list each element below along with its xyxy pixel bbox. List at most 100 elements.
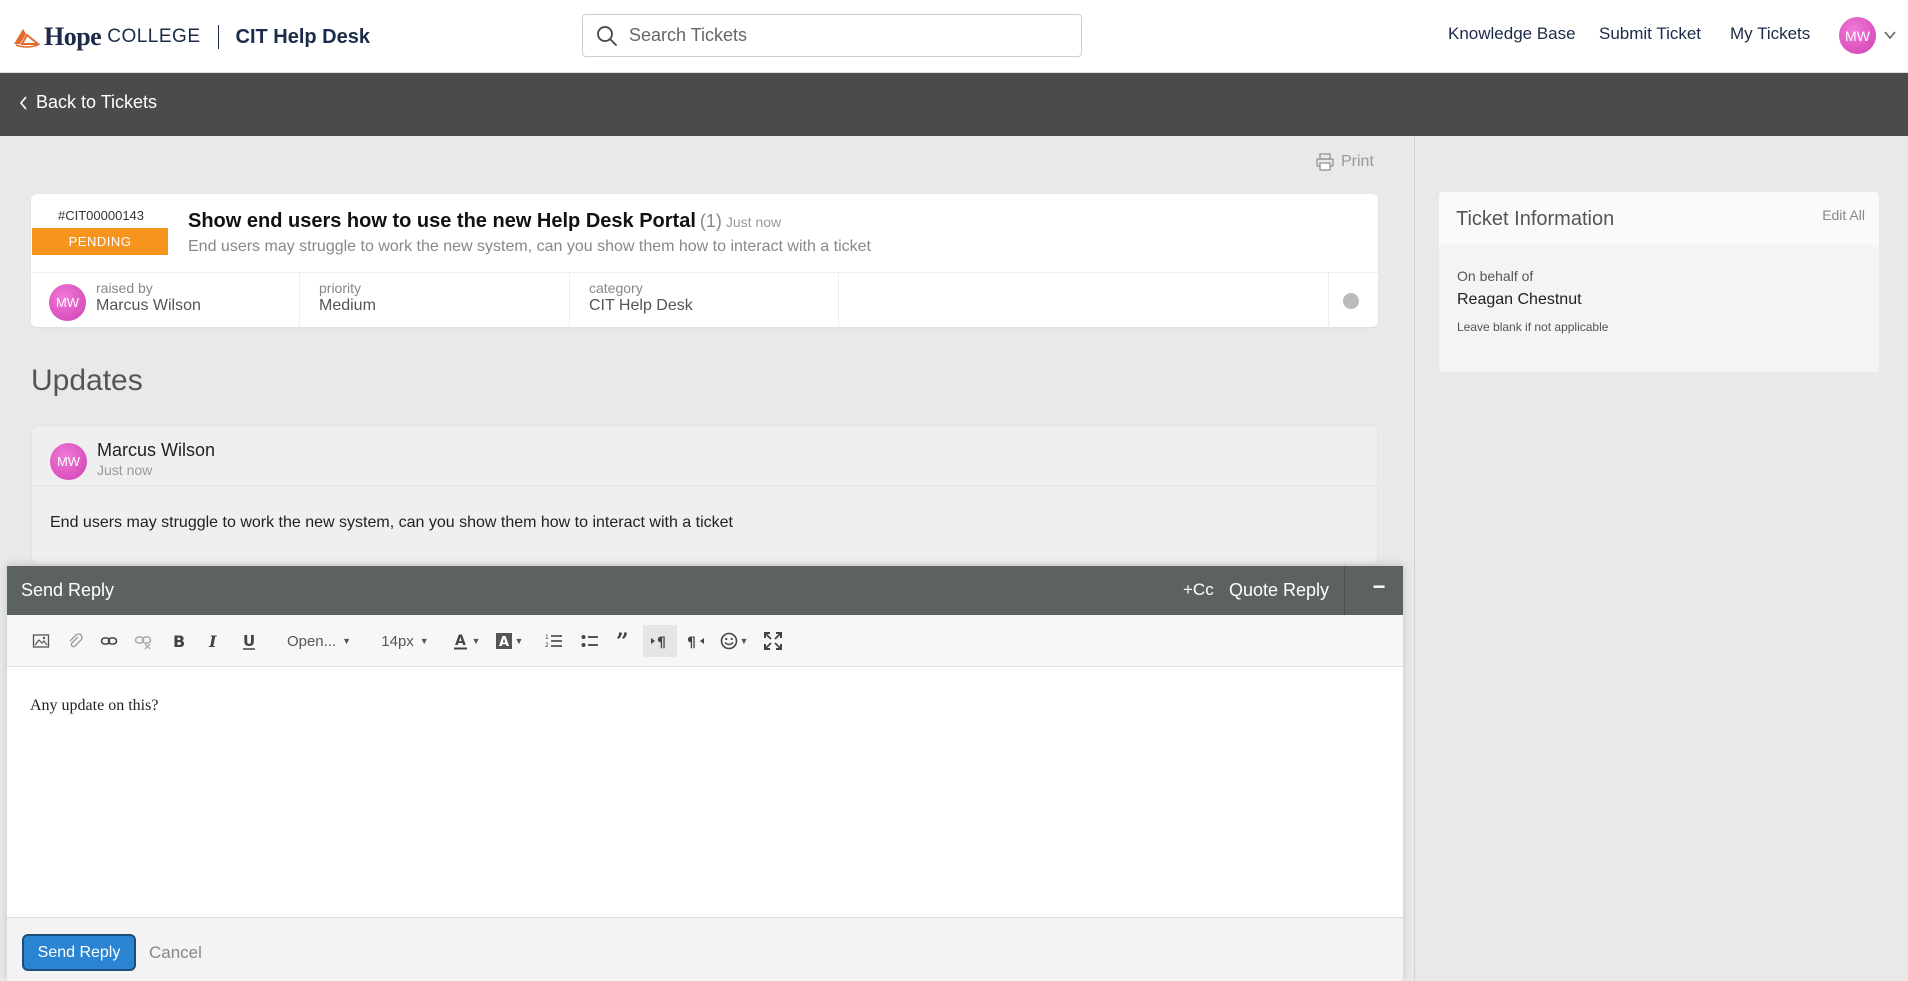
- svg-text:A: A: [455, 633, 466, 649]
- reply-editor-content[interactable]: Any update on this?: [30, 697, 158, 715]
- ticket-info-panel: Ticket Information Edit All On behalf of…: [1439, 192, 1879, 372]
- status-dot: [1343, 293, 1359, 309]
- nav-submit-ticket[interactable]: Submit Ticket: [1599, 24, 1701, 44]
- svg-text:1: 1: [545, 634, 549, 641]
- svg-text:”: ”: [616, 632, 629, 650]
- ordered-list-button[interactable]: 12: [543, 630, 565, 652]
- fullscreen-button[interactable]: [762, 630, 784, 652]
- font-size-value: 14px: [381, 632, 414, 650]
- caret-down-icon: ▼: [514, 636, 524, 646]
- image-icon: [32, 634, 50, 648]
- search-box[interactable]: [582, 14, 1082, 57]
- paperclip-icon: [69, 633, 83, 648]
- text-color-icon: A: [453, 633, 467, 650]
- update-header: MW Marcus Wilson Just now: [32, 426, 1377, 486]
- meta-raised-by: MW raised by Marcus Wilson: [31, 273, 300, 328]
- status-badge: PENDING: [32, 228, 168, 255]
- send-reply-button[interactable]: Send Reply: [22, 934, 136, 971]
- text-color-button[interactable]: A ▼: [450, 630, 482, 652]
- fullscreen-icon: [764, 632, 782, 650]
- caret-down-icon: ▼: [419, 636, 429, 646]
- ticket-description: End users may struggle to work the new s…: [188, 238, 871, 255]
- unlink-button[interactable]: [131, 630, 155, 652]
- brand-subname: COLLEGE: [107, 26, 201, 47]
- chevron-down-icon[interactable]: [1883, 28, 1897, 42]
- font-family-select[interactable]: Open... ▼: [277, 630, 361, 652]
- svg-text:2: 2: [545, 642, 549, 649]
- add-cc-button[interactable]: +Cc: [1183, 580, 1214, 600]
- hope-anchor-icon: [14, 29, 40, 48]
- reply-footer: Send Reply Cancel: [7, 917, 1403, 981]
- cancel-button[interactable]: Cancel: [149, 943, 202, 963]
- chevron-left-icon: [19, 95, 27, 110]
- underline-button[interactable]: U: [239, 630, 259, 652]
- caret-down-icon: ▼: [342, 636, 352, 646]
- update-body: End users may struggle to work the new s…: [50, 514, 733, 531]
- reply-header: Send Reply +Cc Quote Reply −: [7, 566, 1403, 615]
- raised-by-label: raised by: [96, 280, 153, 296]
- bold-button[interactable]: B: [168, 630, 188, 652]
- update-time: Just now: [97, 462, 153, 478]
- highlight-color-button[interactable]: A ▼: [493, 630, 525, 652]
- ltr-paragraph-icon: ¶: [651, 635, 666, 650]
- ticket-update-count: (1): [699, 211, 722, 231]
- ticket-title-text: Show end users how to use the new Help D…: [188, 210, 696, 232]
- nav-my-tickets[interactable]: My Tickets: [1730, 24, 1810, 44]
- svg-text:¶: ¶: [657, 635, 666, 650]
- avatar: MW: [49, 284, 86, 321]
- bullet-list-button[interactable]: [579, 630, 601, 652]
- insert-image-button[interactable]: [29, 630, 53, 652]
- blockquote-button[interactable]: ”: [614, 630, 636, 652]
- edit-all-link[interactable]: Edit All: [1822, 207, 1865, 223]
- ticket-meta: MW raised by Marcus Wilson priority Medi…: [31, 272, 1378, 328]
- back-to-tickets-link[interactable]: Back to Tickets: [18, 92, 157, 113]
- link-icon: [100, 637, 118, 645]
- italic-icon: I: [208, 632, 217, 650]
- on-behalf-label: On behalf of: [1457, 268, 1534, 284]
- quote-reply-button[interactable]: Quote Reply: [1229, 580, 1329, 601]
- unlink-icon: [134, 636, 152, 650]
- ordered-list-icon: 12: [545, 634, 562, 649]
- search-input[interactable]: [629, 25, 1049, 46]
- printer-icon: [1316, 153, 1334, 171]
- raised-by-value: Marcus Wilson: [96, 297, 201, 314]
- update-author: Marcus Wilson: [97, 440, 216, 460]
- minimize-button[interactable]: −: [1364, 572, 1394, 602]
- update-item: MW Marcus Wilson Just now End users may …: [31, 425, 1378, 565]
- insert-link-button[interactable]: [97, 630, 121, 652]
- svg-text:B: B: [173, 632, 185, 650]
- ticket-card: #CIT00000143 PENDING Show end users how …: [31, 194, 1378, 328]
- meta-category[interactable]: category CIT Help Desk: [570, 273, 839, 328]
- rtl-paragraph-icon: ¶: [687, 635, 704, 650]
- ltr-direction-button[interactable]: ¶: [643, 625, 677, 657]
- bold-icon: B: [173, 632, 185, 650]
- user-avatar[interactable]: MW: [1839, 17, 1876, 54]
- priority-label: priority: [319, 280, 362, 296]
- font-family-value: Open...: [286, 632, 337, 650]
- on-behalf-value[interactable]: Reagan Chestnut: [1457, 291, 1582, 309]
- svg-text:I: I: [208, 632, 217, 650]
- svg-text:A: A: [499, 635, 509, 650]
- avatar: MW: [50, 443, 87, 480]
- meta-empty: [839, 273, 1329, 328]
- reply-editor[interactable]: Any update on this?: [7, 667, 1403, 917]
- attach-file-button[interactable]: [63, 630, 87, 652]
- brand-logo[interactable]: Hope COLLEGE CIT Help Desk: [12, 22, 370, 52]
- print-button[interactable]: Print: [1315, 152, 1374, 172]
- back-bar: Back to Tickets: [0, 73, 1908, 136]
- font-size-select[interactable]: 14px ▼: [375, 630, 435, 652]
- rtl-direction-button[interactable]: ¶: [684, 630, 708, 652]
- category-label: category: [589, 280, 643, 296]
- category-value: CIT Help Desk: [589, 297, 693, 314]
- emoji-button[interactable]: ▼: [717, 630, 751, 652]
- meta-priority[interactable]: priority Medium: [300, 273, 570, 328]
- back-to-tickets-label: Back to Tickets: [36, 92, 158, 112]
- ticket-info-header: Ticket Information Edit All: [1439, 192, 1879, 245]
- ticket-info-title: Ticket Information: [1456, 208, 1615, 230]
- ticket-time: Just now: [725, 214, 782, 230]
- nav-knowledge-base[interactable]: Knowledge Base: [1448, 24, 1576, 44]
- reply-header-divider: [1344, 566, 1345, 615]
- reply-title: Send Reply: [21, 580, 115, 600]
- italic-button[interactable]: I: [203, 630, 223, 652]
- updates-heading: Updates: [31, 364, 143, 397]
